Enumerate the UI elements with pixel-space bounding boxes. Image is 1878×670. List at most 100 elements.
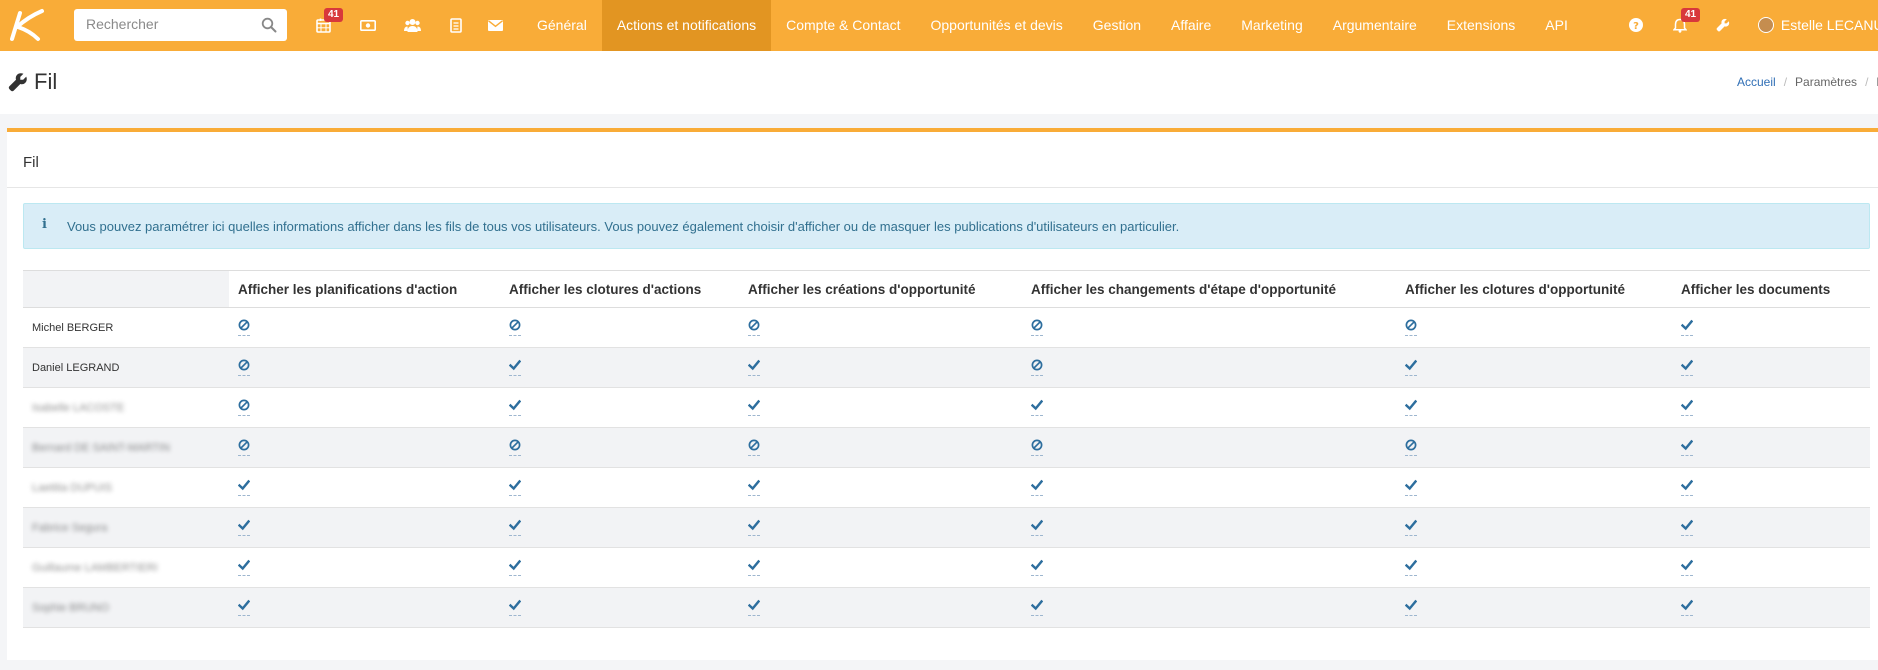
check-icon[interactable] (1404, 359, 1418, 376)
check-icon[interactable] (508, 519, 522, 536)
info-alert: i Vous pouvez paramétrer ici quelles inf… (23, 203, 1870, 249)
setting-cell (1672, 467, 1870, 508)
setting-cell (1022, 507, 1396, 548)
breadcrumb-separator: / (1783, 75, 1788, 89)
table-row: Daniel LEGRAND (23, 347, 1870, 388)
ban-icon[interactable] (1405, 319, 1417, 336)
ban-icon[interactable] (1031, 319, 1043, 336)
ban-icon[interactable] (1405, 439, 1417, 456)
ban-icon[interactable] (238, 359, 250, 376)
check-icon[interactable] (237, 479, 251, 496)
notifications-badge: 41 (1681, 8, 1701, 22)
check-icon[interactable] (1680, 559, 1694, 576)
search-icon[interactable] (261, 17, 277, 33)
check-icon[interactable] (747, 599, 761, 616)
page-title: Fil (8, 69, 57, 95)
money-button[interactable] (356, 13, 380, 37)
check-icon[interactable] (1404, 599, 1418, 616)
check-icon[interactable] (1680, 359, 1694, 376)
search-input[interactable] (86, 16, 246, 32)
setting-cell (500, 347, 739, 388)
ban-icon[interactable] (509, 319, 521, 336)
check-icon[interactable] (1030, 599, 1044, 616)
mail-button[interactable] (483, 13, 507, 37)
check-icon[interactable] (747, 479, 761, 496)
user-name-cell: Sophie BRUNO (23, 587, 229, 628)
ban-icon[interactable] (238, 439, 250, 456)
ban-icon[interactable] (748, 319, 760, 336)
nav-actions-notifications[interactable]: Actions et notifications (601, 0, 772, 51)
check-icon[interactable] (1404, 479, 1418, 496)
check-icon[interactable] (237, 599, 251, 616)
check-icon[interactable] (747, 559, 761, 576)
breadcrumb-parametres[interactable]: Paramètres (1795, 75, 1857, 89)
check-icon[interactable] (508, 399, 522, 416)
setting-cell (1396, 467, 1672, 508)
check-icon[interactable] (1030, 399, 1044, 416)
breadcrumb-separator: / (1865, 75, 1869, 89)
setting-cell (739, 387, 1022, 428)
setting-cell (1672, 427, 1870, 468)
check-icon[interactable] (1680, 479, 1694, 496)
check-icon[interactable] (237, 559, 251, 576)
check-icon[interactable] (1030, 559, 1044, 576)
ban-icon[interactable] (748, 439, 760, 456)
nav-general[interactable]: Général (522, 0, 602, 51)
check-icon[interactable] (747, 519, 761, 536)
nav-affaire[interactable]: Affaire (1156, 0, 1226, 51)
setting-cell (1022, 467, 1396, 508)
setting-cell (739, 587, 1022, 628)
nav-opportunites-devis[interactable]: Opportunités et devis (916, 0, 1078, 51)
check-icon[interactable] (1404, 519, 1418, 536)
ban-icon[interactable] (509, 439, 521, 456)
documents-button[interactable] (444, 13, 468, 37)
nav-gestion[interactable]: Gestion (1078, 0, 1156, 51)
setting-cell (229, 507, 500, 548)
money-icon (360, 19, 376, 31)
column-header: Afficher les clotures d'actions (500, 270, 739, 308)
check-icon[interactable] (1680, 399, 1694, 416)
user-name-cell: Laetitia DUPUIS (23, 467, 229, 508)
check-icon[interactable] (747, 359, 761, 376)
check-icon[interactable] (237, 519, 251, 536)
check-icon[interactable] (1680, 439, 1694, 456)
check-icon[interactable] (1030, 519, 1044, 536)
user-name: Estelle LECANU (1780, 17, 1878, 33)
nav-extensions[interactable]: Extensions (1432, 0, 1530, 51)
notifications-button[interactable]: 41 (1668, 8, 1701, 37)
check-icon[interactable] (508, 359, 522, 376)
check-icon[interactable] (1404, 399, 1418, 416)
help-button[interactable]: ? (1624, 13, 1648, 37)
nav-argumentaire[interactable]: Argumentaire (1318, 0, 1432, 51)
nav-api[interactable]: API (1530, 0, 1583, 51)
check-icon[interactable] (508, 559, 522, 576)
check-icon[interactable] (747, 399, 761, 416)
ban-icon[interactable] (238, 319, 250, 336)
nav-marketing[interactable]: Marketing (1226, 0, 1317, 51)
nav-compte-contact[interactable]: Compte & Contact (771, 0, 915, 51)
contacts-button[interactable] (400, 13, 424, 37)
check-icon[interactable] (1680, 319, 1694, 336)
ban-icon[interactable] (1031, 439, 1043, 456)
check-icon[interactable] (1404, 559, 1418, 576)
ban-icon[interactable] (1031, 359, 1043, 376)
user-menu[interactable]: Estelle LECANU ▼ (1758, 0, 1878, 51)
settings-button[interactable] (1711, 13, 1735, 37)
calendar-button[interactable]: 41 (311, 8, 344, 37)
column-header: Afficher les clotures d'opportunité (1396, 270, 1672, 308)
check-icon[interactable] (1680, 519, 1694, 536)
setting-cell (229, 427, 500, 468)
breadcrumb-accueil[interactable]: Accueil (1737, 75, 1776, 89)
search-box[interactable] (74, 9, 287, 41)
ban-icon[interactable] (238, 399, 250, 416)
check-icon[interactable] (508, 479, 522, 496)
user-name-cell: Guillaume LAMBERTIERI (23, 547, 229, 588)
check-icon[interactable] (1030, 479, 1044, 496)
check-icon[interactable] (508, 599, 522, 616)
app-logo[interactable] (6, 7, 46, 43)
setting-cell (1672, 387, 1870, 428)
envelope-icon (487, 19, 503, 31)
setting-cell (229, 347, 500, 388)
table-row: Laetitia DUPUIS (23, 467, 1870, 508)
check-icon[interactable] (1680, 599, 1694, 616)
